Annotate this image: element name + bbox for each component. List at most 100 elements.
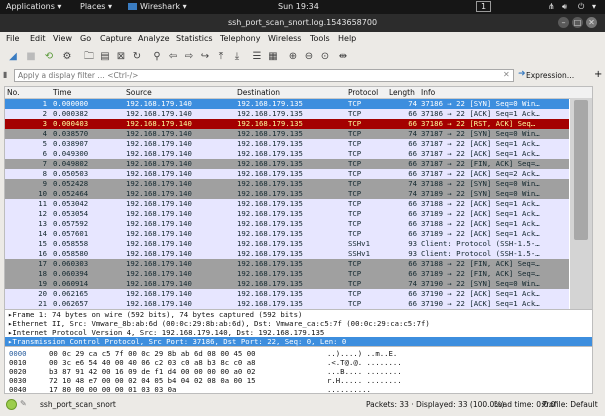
- packet-row[interactable]: 19 0.060914 192.168.179.140 192.168.179.135…: [5, 279, 569, 289]
- add-filter-button[interactable]: +: [594, 69, 602, 80]
- last-packet-icon[interactable]: ⤓: [230, 50, 244, 64]
- applications-menu[interactable]: Applications ▾: [6, 2, 61, 11]
- packet-row[interactable]: 16 0.058580 192.168.179.140 192.168.179.135…: [5, 249, 569, 259]
- menu-go[interactable]: Go: [80, 34, 91, 43]
- packet-row[interactable]: 4 0.038570 192.168.179.140 192.168.179.135 T…: [5, 129, 569, 139]
- capture-options-icon[interactable]: ⚙: [60, 50, 74, 64]
- menu-wireless[interactable]: Wireless: [268, 34, 301, 43]
- packet-row[interactable]: 9 0.052428 192.168.179.140 192.168.179.135 T…: [5, 179, 569, 189]
- packet-row[interactable]: 10 0.052464 192.168.179.140 192.168.179.135…: [5, 189, 569, 199]
- display-filter-input[interactable]: [14, 69, 514, 82]
- save-file-icon[interactable]: ▤: [98, 50, 112, 64]
- go-forward-icon[interactable]: ⇨: [182, 50, 196, 64]
- packet-cell-dst: 192.168.179.135: [237, 149, 303, 158]
- zoom-out-icon[interactable]: ⊖: [302, 50, 316, 64]
- status-profile[interactable]: Profile: Default: [542, 400, 598, 409]
- packet-cell-len: 74: [408, 179, 417, 188]
- packet-row[interactable]: 13 0.057592 192.168.179.140 192.168.179.135…: [5, 219, 569, 229]
- capture-comment-icon[interactable]: ✎: [20, 399, 27, 408]
- zoom-in-icon[interactable]: ⊕: [286, 50, 300, 64]
- go-to-packet-icon[interactable]: ↪: [198, 50, 212, 64]
- detail-row-frame[interactable]: ▸Frame 1: 74 bytes on wire (592 bits), 7…: [5, 310, 592, 319]
- app-menu[interactable]: Wireshark ▾: [128, 2, 187, 11]
- close-file-icon[interactable]: ⊠: [114, 50, 128, 64]
- detail-text: Transmission Control Protocol, Src Port:…: [12, 337, 347, 346]
- resize-columns-icon[interactable]: ⇹: [336, 50, 350, 64]
- column-header-source[interactable]: Source: [126, 88, 152, 97]
- restart-capture-icon[interactable]: ⟲: [42, 50, 56, 64]
- packet-row[interactable]: 21 0.062657 192.168.179.140 192.168.179.135…: [5, 299, 569, 309]
- volume-icon[interactable]: 🔊︎: [562, 2, 567, 12]
- bytes-ascii: ..)....) ..m..E.: [327, 349, 398, 358]
- packet-list[interactable]: No. Time Source Destination Protocol Len…: [4, 86, 593, 310]
- normal-size-icon[interactable]: ⊙: [318, 50, 332, 64]
- power-icon[interactable]: ⏻: [578, 2, 584, 12]
- start-capture-icon[interactable]: ◢: [6, 50, 20, 64]
- column-header-protocol[interactable]: Protocol: [348, 88, 378, 97]
- detail-row-tcp[interactable]: ▸Transmission Control Protocol, Src Port…: [5, 337, 592, 346]
- clear-filter-icon[interactable]: ✕: [503, 70, 510, 79]
- colorize-icon[interactable]: ▦: [266, 50, 280, 64]
- packet-row[interactable]: 14 0.057601 192.168.179.140 192.168.179.135…: [5, 229, 569, 239]
- bookmark-icon[interactable]: ▮: [3, 70, 7, 79]
- packet-row[interactable]: 2 0.000382 192.168.179.140 192.168.179.135 T…: [5, 109, 569, 119]
- menu-view[interactable]: View: [53, 34, 72, 43]
- packet-row[interactable]: 17 0.060303 192.168.179.140 192.168.179.135…: [5, 259, 569, 269]
- menu-statistics[interactable]: Statistics: [176, 34, 213, 43]
- column-header-time[interactable]: Time: [53, 88, 71, 97]
- menu-help[interactable]: Help: [338, 34, 356, 43]
- find-packet-icon[interactable]: ⚲: [150, 50, 164, 64]
- menu-edit[interactable]: Edit: [30, 34, 46, 43]
- detail-row-ethernet[interactable]: ▸Ethernet II, Src: Vmware_8b:ab:6d (00:0…: [5, 319, 592, 328]
- column-header-info[interactable]: Info: [421, 88, 435, 97]
- detail-row-ip[interactable]: ▸Internet Protocol Version 4, Src: 192.1…: [5, 328, 592, 337]
- column-header-destination[interactable]: Destination: [237, 88, 280, 97]
- autoscroll-icon[interactable]: ☰: [250, 50, 264, 64]
- menu-analyze[interactable]: Analyze: [138, 34, 170, 43]
- packet-cell-len: 66: [408, 299, 417, 308]
- stop-capture-icon[interactable]: ■: [24, 50, 38, 64]
- chevron-down-icon[interactable]: ▾: [592, 2, 596, 11]
- packet-row[interactable]: 12 0.053054 192.168.179.140 192.168.179.135…: [5, 209, 569, 219]
- scrollbar-thumb[interactable]: [574, 100, 588, 240]
- packet-cell-proto: TCP: [348, 139, 362, 148]
- go-back-icon[interactable]: ⇦: [166, 50, 180, 64]
- expert-info-icon[interactable]: [6, 399, 17, 410]
- packet-row[interactable]: 5 0.038907 192.168.179.140 192.168.179.135 T…: [5, 139, 569, 149]
- bytes-off: 0020: [9, 367, 27, 376]
- packet-cell-dst: 192.168.179.135: [237, 199, 303, 208]
- packet-row[interactable]: 7 0.049802 192.168.179.140 192.168.179.135 T…: [5, 159, 569, 169]
- first-packet-icon[interactable]: ⤒: [214, 50, 228, 64]
- packet-row[interactable]: 3 0.000403 192.168.179.140 192.168.179.135 T…: [5, 119, 569, 129]
- packet-details-pane[interactable]: ▸Frame 1: 74 bytes on wire (592 bits), 7…: [4, 309, 593, 347]
- menu-capture[interactable]: Capture: [100, 34, 132, 43]
- minimize-button[interactable]: –: [558, 17, 569, 28]
- clock[interactable]: Sun 19:34: [278, 2, 319, 11]
- packet-row[interactable]: 6 0.049300 192.168.179.140 192.168.179.135 T…: [5, 149, 569, 159]
- places-menu[interactable]: Places ▾: [80, 2, 112, 11]
- packet-list-scrollbar[interactable]: [570, 98, 592, 309]
- open-file-icon[interactable]: 🗀: [82, 50, 96, 64]
- packet-row[interactable]: 18 0.060394 192.168.179.140 192.168.179.135…: [5, 269, 569, 279]
- packet-row[interactable]: 1 0.000000 192.168.179.140 192.168.179.135 T…: [5, 99, 569, 109]
- menu-telephony[interactable]: Telephony: [220, 34, 260, 43]
- close-button[interactable]: ✕: [586, 17, 597, 28]
- packet-row[interactable]: 8 0.050503 192.168.179.140 192.168.179.135 T…: [5, 169, 569, 179]
- reload-file-icon[interactable]: ↻: [130, 50, 144, 64]
- packet-row[interactable]: 15 0.058558 192.168.179.140 192.168.179.135…: [5, 239, 569, 249]
- network-icon[interactable]: ⋔: [548, 2, 555, 11]
- column-header-no[interactable]: No.: [7, 88, 19, 97]
- top-bar: Applications ▾ Places ▾ Wireshark ▾ Sun …: [0, 0, 605, 14]
- packet-cell-len: 66: [408, 289, 417, 298]
- workspace-indicator[interactable]: 1: [476, 1, 492, 12]
- packet-bytes-pane[interactable]: 0000 00 0c 29 ca c5 7f 00 0c 29 8b ab 6d …: [4, 346, 593, 394]
- packet-row[interactable]: 20 0.062165 192.168.179.140 192.168.179.135…: [5, 289, 569, 299]
- menu-file[interactable]: File: [6, 34, 19, 43]
- column-header-length[interactable]: Length: [389, 88, 415, 97]
- maximize-button[interactable]: □: [572, 17, 583, 28]
- menu-tools[interactable]: Tools: [310, 34, 330, 43]
- expression-button[interactable]: Expression…: [526, 71, 574, 80]
- apply-filter-icon[interactable]: ➜: [518, 69, 526, 79]
- packet-row[interactable]: 11 0.053042 192.168.179.140 192.168.179.135…: [5, 199, 569, 209]
- packet-cell-len: 66: [408, 209, 417, 218]
